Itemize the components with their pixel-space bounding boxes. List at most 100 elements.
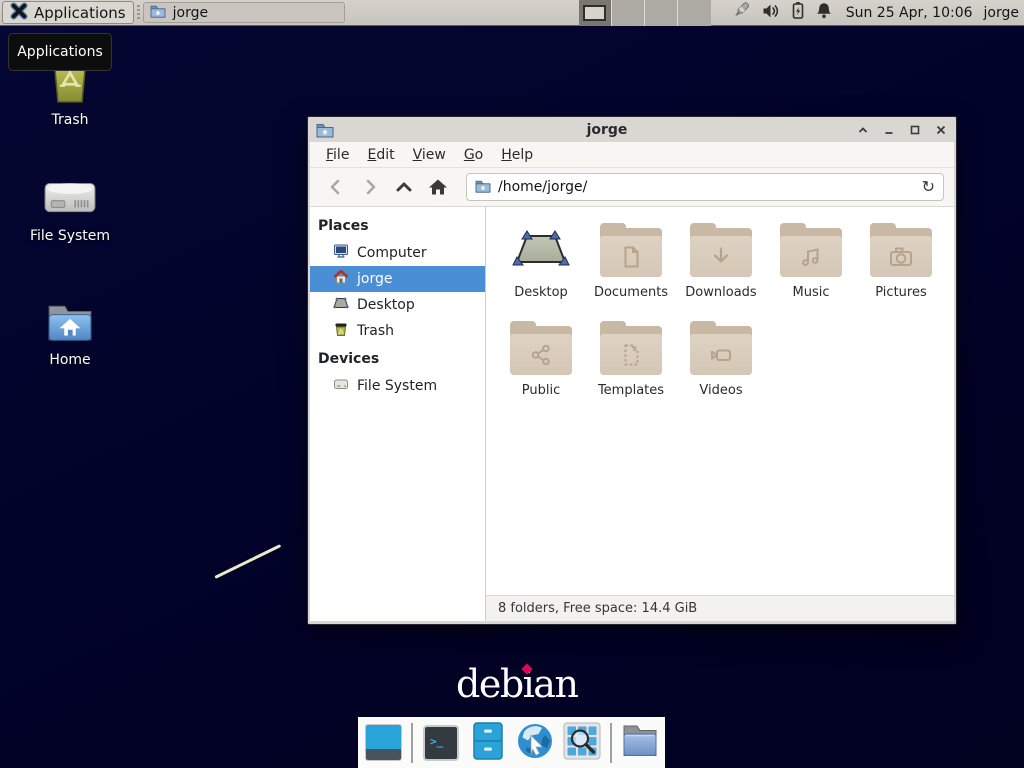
debian-logo: debian (456, 662, 577, 706)
desktop-icon-file-system[interactable]: File System (15, 163, 125, 244)
hard-drive-icon (15, 163, 125, 221)
home-icon[interactable] (422, 172, 454, 202)
sidebar-header-devices: Devices (310, 344, 485, 373)
file-cabinet-icon (471, 722, 505, 764)
workspace-window-thumb (583, 5, 606, 21)
app-finder-icon (563, 722, 601, 764)
home-folder-icon (15, 287, 125, 345)
menu-view[interactable]: View (405, 144, 454, 166)
folder-item-downloads[interactable]: Downloads (676, 215, 766, 313)
workspace-3[interactable] (645, 0, 678, 26)
reload-icon[interactable]: ↻ (922, 179, 935, 195)
status-bar: 8 folders, Free space: 14.4 GiB (486, 595, 954, 621)
menu-bar: File Edit View Go Help (310, 142, 954, 168)
status-text: 8 folders, Free space: 14.4 GiB (498, 601, 697, 616)
folder-icon (600, 223, 662, 277)
desktop-icon-label: Home (15, 352, 125, 368)
folder-item-templates[interactable]: Templates (586, 313, 676, 411)
toolbar: /home/jorge/ ↻ (310, 168, 954, 207)
sidebar-item-label: Computer (357, 245, 427, 261)
show-desktop-button[interactable] (364, 724, 402, 762)
directory-menu-launcher[interactable] (621, 724, 659, 762)
desktop-icon-label: File System (15, 228, 125, 244)
sidebar-item-computer[interactable]: Computer (310, 240, 485, 266)
desktop-icon-label: Trash (15, 112, 125, 128)
file-manager-launcher[interactable] (469, 724, 507, 762)
applications-menu-button[interactable]: Applications (2, 1, 134, 24)
folder-icon (510, 321, 572, 375)
sidebar: Places Computer (310, 207, 486, 621)
path-text[interactable]: /home/jorge/ (498, 179, 915, 195)
desktop-small-icon (333, 295, 349, 315)
panel-clock[interactable]: Sun 25 Apr, 10:06 (846, 5, 973, 21)
minimize-icon[interactable] (882, 123, 896, 137)
panel-username[interactable]: jorge (984, 5, 1019, 21)
folder-icon (690, 223, 752, 277)
menu-help[interactable]: Help (493, 144, 541, 166)
system-tray (730, 1, 833, 25)
top-panel: Applications jorge (0, 0, 1024, 26)
folder-item-public[interactable]: Public (496, 313, 586, 411)
workspace-4[interactable] (678, 0, 711, 26)
dock-separator (610, 723, 612, 763)
file-view: Desktop Documents (486, 207, 954, 621)
desktop-icon-home[interactable]: Home (15, 287, 125, 368)
workspace-switcher (579, 0, 711, 26)
folder-icon (600, 321, 662, 375)
path-bar[interactable]: /home/jorge/ ↻ (466, 173, 944, 201)
notifications-bell-icon[interactable] (815, 1, 833, 24)
folder-label: Videos (699, 383, 742, 398)
panel-handle (137, 5, 140, 21)
window-folder-icon (316, 122, 334, 138)
globe-browser-icon (515, 721, 555, 765)
folder-label: Pictures (875, 285, 926, 300)
up-icon[interactable] (388, 172, 420, 202)
desktop-screen: Applications jorge (0, 0, 1024, 768)
sidebar-item-label: File System (357, 378, 437, 394)
sidebar-item-file-system[interactable]: File System (310, 373, 485, 399)
folder-item-music[interactable]: Music (766, 215, 856, 313)
close-icon[interactable] (934, 123, 948, 137)
maximize-icon[interactable] (908, 123, 922, 137)
folder-item-pictures[interactable]: Pictures (856, 215, 946, 313)
sidebar-item-trash[interactable]: Trash (310, 318, 485, 344)
applications-tooltip: Applications (8, 33, 112, 71)
folder-label: Templates (598, 383, 664, 398)
trash-small-icon (333, 321, 349, 341)
sidebar-item-label: Trash (357, 323, 394, 339)
menu-go[interactable]: Go (456, 144, 491, 166)
workspace-1[interactable] (579, 0, 612, 26)
folder-label: Desktop (514, 285, 568, 300)
workspace-2[interactable] (612, 0, 645, 26)
debian-wordmark-text: debian (456, 662, 577, 706)
window-body: Places Computer (310, 207, 954, 621)
web-browser-launcher[interactable] (516, 724, 554, 762)
terminal-prompt-glyph: >_ (430, 735, 443, 748)
folder-icon (475, 178, 491, 197)
folder-icon (690, 321, 752, 375)
application-finder-launcher[interactable] (563, 724, 601, 762)
shade-icon[interactable] (856, 123, 870, 137)
menu-edit[interactable]: Edit (359, 144, 402, 166)
menu-file[interactable]: File (318, 144, 357, 166)
forward-icon[interactable] (354, 172, 386, 202)
xfce-logo-icon (10, 2, 28, 24)
computer-icon (333, 243, 349, 263)
folder-icon (780, 223, 842, 277)
drive-small-icon (333, 376, 349, 396)
folder-item-documents[interactable]: Documents (586, 215, 676, 313)
sidebar-item-desktop[interactable]: Desktop (310, 292, 485, 318)
terminal-launcher[interactable]: >_ (422, 724, 460, 762)
file-manager-window: jorge File Edit View Go Help (307, 116, 957, 625)
window-title: jorge (370, 122, 844, 138)
taskbar-window-button[interactable]: jorge (143, 2, 345, 23)
volume-icon[interactable] (761, 2, 781, 24)
stylus-icon[interactable] (730, 1, 752, 25)
folder-item-desktop[interactable]: Desktop (496, 215, 586, 313)
back-icon[interactable] (320, 172, 352, 202)
window-titlebar[interactable]: jorge (310, 117, 954, 142)
folder-item-videos[interactable]: Videos (676, 313, 766, 411)
battery-charging-icon[interactable] (790, 1, 806, 24)
sidebar-item-jorge[interactable]: jorge (310, 266, 485, 292)
desktop-folder-icon (512, 215, 570, 285)
